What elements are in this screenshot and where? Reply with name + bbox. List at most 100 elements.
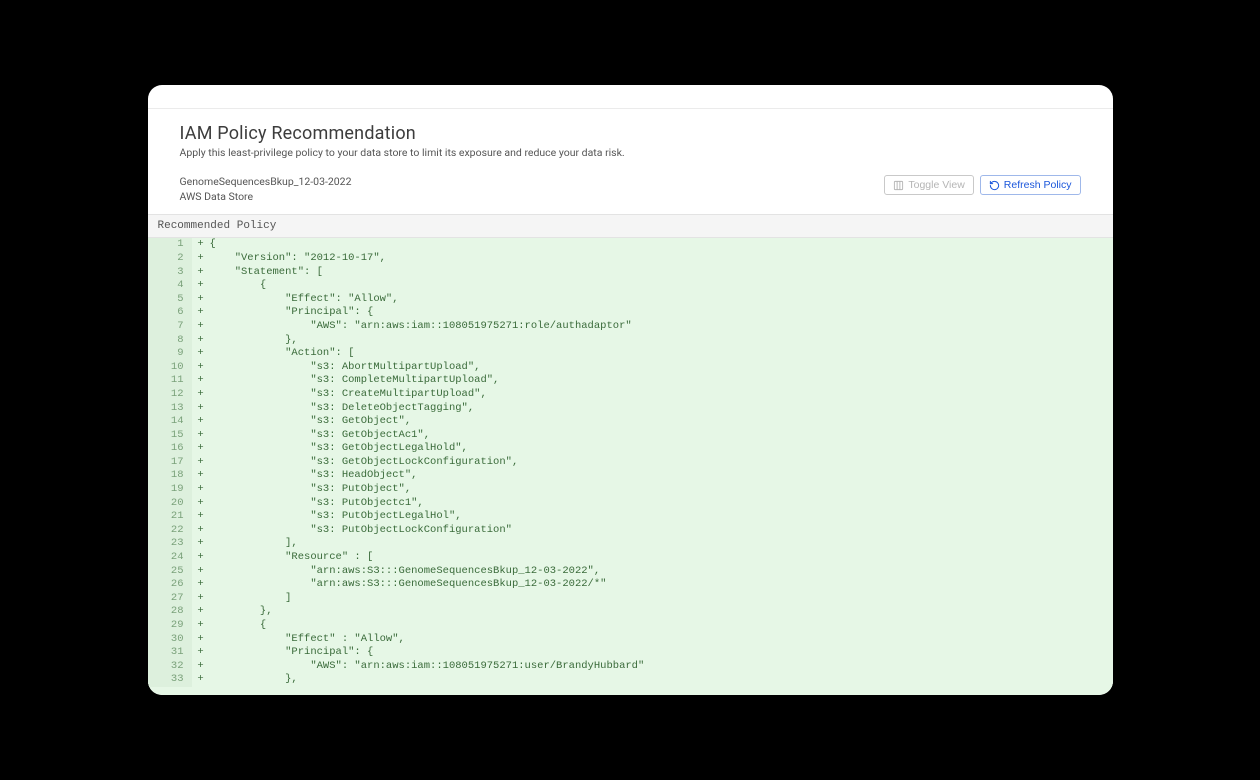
line-number: 25 [148, 565, 192, 579]
code-text: "Effect": "Allow", [210, 293, 1113, 307]
code-line: 31+ "Principal": { [148, 646, 1113, 660]
code-text: "s3: GetObjectLockConfiguration", [210, 456, 1113, 470]
code-text: "arn:aws:S3:::GenomeSequencesBkup_12-03-… [210, 565, 1113, 579]
page-subtitle: Apply this least-privilege policy to you… [180, 146, 1081, 159]
line-number: 3 [148, 266, 192, 280]
code-line: 24+ "Resource" : [ [148, 551, 1113, 565]
line-number: 2 [148, 252, 192, 266]
diff-mark: + [192, 646, 210, 660]
line-number: 29 [148, 619, 192, 633]
code-line: 14+ "s3: GetObject", [148, 415, 1113, 429]
code-line: 19+ "s3: PutObject", [148, 483, 1113, 497]
code-line: 12+ "s3: CreateMultipartUpload", [148, 388, 1113, 402]
diff-mark: + [192, 347, 210, 361]
code-line: 20+ "s3: PutObjectc1", [148, 497, 1113, 511]
code-text: "s3: AbortMultipartUpload", [210, 361, 1113, 375]
line-number: 30 [148, 633, 192, 647]
code-text: "Principal": { [210, 646, 1113, 660]
code-line: 32+ "AWS": "arn:aws:iam::108051975271:us… [148, 660, 1113, 674]
diff-mark: + [192, 565, 210, 579]
code-text: "Version": "2012-10-17", [210, 252, 1113, 266]
page-title: IAM Policy Recommendation [180, 123, 1081, 144]
code-text: "s3: PutObjectLockConfiguration" [210, 524, 1113, 538]
line-number: 14 [148, 415, 192, 429]
line-number: 23 [148, 537, 192, 551]
line-number: 9 [148, 347, 192, 361]
diff-mark: + [192, 238, 210, 252]
diff-mark: + [192, 524, 210, 538]
line-number: 33 [148, 673, 192, 687]
line-number: 13 [148, 402, 192, 416]
refresh-policy-button[interactable]: Refresh Policy [980, 175, 1081, 195]
code-text: "s3: GetObjectLegalHold", [210, 442, 1113, 456]
code-text: "AWS": "arn:aws:iam::108051975271:user/B… [210, 660, 1113, 674]
toggle-view-button[interactable]: Toggle View [884, 175, 973, 195]
section-label: Recommended Policy [148, 214, 1113, 238]
diff-mark: + [192, 605, 210, 619]
line-number: 7 [148, 320, 192, 334]
line-number: 22 [148, 524, 192, 538]
line-number: 12 [148, 388, 192, 402]
line-number: 24 [148, 551, 192, 565]
code-line: 18+ "s3: HeadObject", [148, 469, 1113, 483]
line-number: 32 [148, 660, 192, 674]
code-text: }, [210, 334, 1113, 348]
code-text: { [210, 238, 1113, 252]
toggle-columns-icon [893, 180, 904, 191]
toggle-view-label: Toggle View [908, 179, 964, 191]
diff-mark: + [192, 415, 210, 429]
diff-mark: + [192, 293, 210, 307]
top-rule [148, 85, 1113, 109]
code-text: "s3: DeleteObjectTagging", [210, 402, 1113, 416]
refresh-policy-label: Refresh Policy [1004, 179, 1072, 191]
diff-mark: + [192, 469, 210, 483]
code-text: "arn:aws:S3:::GenomeSequencesBkup_12-03-… [210, 578, 1113, 592]
line-number: 11 [148, 374, 192, 388]
policy-diff-viewer[interactable]: 1+{2+ "Version": "2012-10-17",3+ "Statem… [148, 238, 1113, 695]
code-line: 28+ }, [148, 605, 1113, 619]
code-text: "s3: GetObject", [210, 415, 1113, 429]
refresh-icon [989, 180, 1000, 191]
line-number: 26 [148, 578, 192, 592]
line-number: 31 [148, 646, 192, 660]
line-number: 28 [148, 605, 192, 619]
line-number: 10 [148, 361, 192, 375]
code-text: "s3: CreateMultipartUpload", [210, 388, 1113, 402]
diff-mark: + [192, 361, 210, 375]
line-number: 27 [148, 592, 192, 606]
code-line: 15+ "s3: GetObjectAc1", [148, 429, 1113, 443]
code-line: 6+ "Principal": { [148, 306, 1113, 320]
line-number: 21 [148, 510, 192, 524]
code-text: "s3: HeadObject", [210, 469, 1113, 483]
code-line: 21+ "s3: PutObjectLegalHol", [148, 510, 1113, 524]
diff-mark: + [192, 279, 210, 293]
code-text: "Statement": [ [210, 266, 1113, 280]
code-text: "s3: PutObject", [210, 483, 1113, 497]
code-line: 25+ "arn:aws:S3:::GenomeSequencesBkup_12… [148, 565, 1113, 579]
diff-mark: + [192, 306, 210, 320]
code-line: 11+ "s3: CompleteMultipartUpload", [148, 374, 1113, 388]
diff-mark: + [192, 633, 210, 647]
code-line: 26+ "arn:aws:S3:::GenomeSequencesBkup_12… [148, 578, 1113, 592]
code-text: "s3: PutObjectLegalHol", [210, 510, 1113, 524]
diff-mark: + [192, 510, 210, 524]
diff-mark: + [192, 442, 210, 456]
diff-mark: + [192, 673, 210, 687]
line-number: 1 [148, 238, 192, 252]
line-number: 8 [148, 334, 192, 348]
code-line: 4+ { [148, 279, 1113, 293]
code-text: "Resource" : [ [210, 551, 1113, 565]
action-buttons: Toggle View Refresh Policy [884, 175, 1080, 195]
resource-type: AWS Data Store [180, 190, 352, 205]
resource-name: GenomeSequencesBkup_12-03-2022 [180, 175, 352, 190]
code-text: { [210, 619, 1113, 633]
code-text: "s3: PutObjectc1", [210, 497, 1113, 511]
line-number: 17 [148, 456, 192, 470]
line-number: 4 [148, 279, 192, 293]
diff-mark: + [192, 402, 210, 416]
code-text: "s3: GetObjectAc1", [210, 429, 1113, 443]
code-line: 23+ ], [148, 537, 1113, 551]
line-number: 15 [148, 429, 192, 443]
line-number: 5 [148, 293, 192, 307]
code-text: "Principal": { [210, 306, 1113, 320]
